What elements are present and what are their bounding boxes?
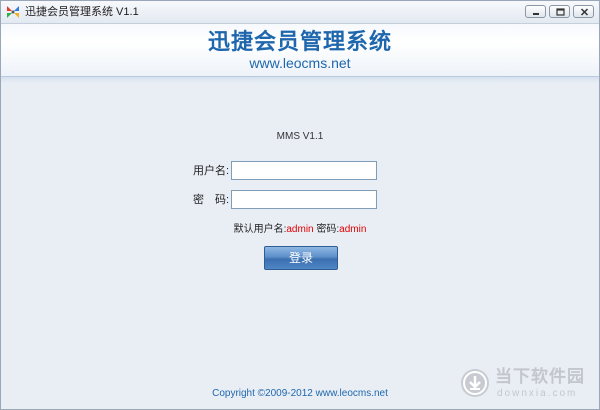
app-title: 迅捷会员管理系统 — [207, 29, 392, 54]
header-divider — [1, 77, 599, 83]
hint-username-label: 默认用户名: — [233, 224, 287, 235]
download-arrow-icon — [461, 369, 489, 397]
minimize-icon — [533, 13, 539, 15]
password-input[interactable] — [231, 190, 377, 209]
default-credentials-hint: 默认用户名:admin 密码:admin — [1, 224, 599, 236]
hint-password-value: admin — [339, 224, 367, 235]
window-controls — [525, 5, 594, 20]
main-window: 迅捷会员管理系统 V1.1 迅捷会员管理系统 www.leocms.net MM… — [0, 0, 600, 410]
header-banner: 迅捷会员管理系统 www.leocms.net — [1, 24, 599, 77]
watermark-domain: downxia.com — [497, 388, 578, 399]
hint-username-value: admin — [286, 224, 314, 235]
username-input[interactable] — [231, 161, 377, 180]
app-url: www.leocms.net — [249, 55, 351, 71]
app-logo-icon — [6, 5, 20, 19]
username-label: 用户名: — [193, 165, 230, 177]
close-button[interactable] — [573, 5, 594, 18]
hint-password-label: 密码: — [313, 224, 340, 235]
title-bar[interactable]: 迅捷会员管理系统 V1.1 — [1, 1, 599, 24]
watermark-name: 当下软件园 — [495, 367, 585, 386]
password-label: 密 码: — [193, 194, 230, 206]
login-button[interactable]: 登录 — [264, 246, 338, 270]
window-title: 迅捷会员管理系统 V1.1 — [25, 6, 139, 18]
close-icon — [580, 8, 589, 16]
version-label: MMS V1.1 — [276, 131, 324, 142]
watermark-logo: 当下软件园 downxia.com — [459, 363, 595, 405]
maximize-button[interactable] — [549, 5, 570, 18]
maximize-icon — [556, 8, 565, 16]
minimize-button[interactable] — [525, 5, 546, 18]
